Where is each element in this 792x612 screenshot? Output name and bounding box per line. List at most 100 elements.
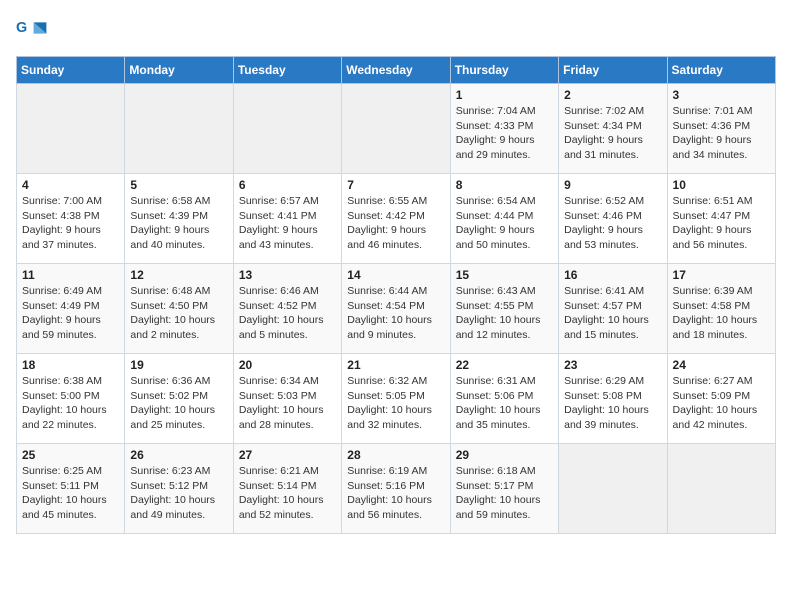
weekday-tuesday: Tuesday xyxy=(233,57,341,84)
calendar-cell: 3 Sunrise: 7:01 AM Sunset: 4:36 PM Daylig… xyxy=(667,84,775,174)
calendar-cell: 2 Sunrise: 7:02 AM Sunset: 4:34 PM Daylig… xyxy=(559,84,667,174)
day-info: Sunrise: 6:36 AM Sunset: 5:02 PM Dayligh… xyxy=(130,374,227,433)
day-info: Sunrise: 6:18 AM Sunset: 5:17 PM Dayligh… xyxy=(456,464,553,523)
day-info: Sunrise: 6:25 AM Sunset: 5:11 PM Dayligh… xyxy=(22,464,119,523)
day-info: Sunrise: 6:49 AM Sunset: 4:49 PM Dayligh… xyxy=(22,284,119,343)
day-number: 25 xyxy=(22,448,119,462)
day-number: 13 xyxy=(239,268,336,282)
calendar-cell: 26 Sunrise: 6:23 AM Sunset: 5:12 PM Dayli… xyxy=(125,444,233,534)
calendar-header: SundayMondayTuesdayWednesdayThursdayFrid… xyxy=(17,57,776,84)
day-info: Sunrise: 6:54 AM Sunset: 4:44 PM Dayligh… xyxy=(456,194,553,253)
calendar-cell: 8 Sunrise: 6:54 AM Sunset: 4:44 PM Daylig… xyxy=(450,174,558,264)
day-info: Sunrise: 6:23 AM Sunset: 5:12 PM Dayligh… xyxy=(130,464,227,523)
day-info: Sunrise: 6:21 AM Sunset: 5:14 PM Dayligh… xyxy=(239,464,336,523)
calendar-cell: 6Sunrise: 6:57 AM Sunset: 4:41 PM Daylig… xyxy=(233,174,341,264)
calendar-cell: 25 Sunrise: 6:25 AM Sunset: 5:11 PM Dayli… xyxy=(17,444,125,534)
day-info: Sunrise: 6:55 AM Sunset: 4:42 PM Dayligh… xyxy=(347,194,444,253)
calendar-cell: 22 Sunrise: 6:31 AM Sunset: 5:06 PM Dayli… xyxy=(450,354,558,444)
day-number: 12 xyxy=(130,268,227,282)
calendar-cell: 24Sunrise: 6:27 AM Sunset: 5:09 PM Dayli… xyxy=(667,354,775,444)
day-number: 11 xyxy=(22,268,119,282)
day-info: Sunrise: 6:46 AM Sunset: 4:52 PM Dayligh… xyxy=(239,284,336,343)
calendar-week-2: 11 Sunrise: 6:49 AM Sunset: 4:49 PM Dayli… xyxy=(17,264,776,354)
day-info: Sunrise: 7:02 AM Sunset: 4:34 PM Dayligh… xyxy=(564,104,661,163)
calendar-cell xyxy=(125,84,233,174)
calendar-cell: 4 Sunrise: 7:00 AM Sunset: 4:38 PM Daylig… xyxy=(17,174,125,264)
day-number: 19 xyxy=(130,358,227,372)
calendar-cell: 28 Sunrise: 6:19 AM Sunset: 5:16 PM Dayli… xyxy=(342,444,450,534)
calendar-cell: 15Sunrise: 6:43 AM Sunset: 4:55 PM Dayli… xyxy=(450,264,558,354)
day-number: 21 xyxy=(347,358,444,372)
day-number: 7 xyxy=(347,178,444,192)
calendar-cell: 7 Sunrise: 6:55 AM Sunset: 4:42 PM Daylig… xyxy=(342,174,450,264)
day-number: 4 xyxy=(22,178,119,192)
calendar-cell xyxy=(667,444,775,534)
day-number: 2 xyxy=(564,88,661,102)
day-number: 27 xyxy=(239,448,336,462)
day-number: 9 xyxy=(564,178,661,192)
day-number: 14 xyxy=(347,268,444,282)
day-number: 1 xyxy=(456,88,553,102)
day-info: Sunrise: 6:31 AM Sunset: 5:06 PM Dayligh… xyxy=(456,374,553,433)
day-info: Sunrise: 7:04 AM Sunset: 4:33 PM Dayligh… xyxy=(456,104,553,163)
calendar-cell: 19 Sunrise: 6:36 AM Sunset: 5:02 PM Dayli… xyxy=(125,354,233,444)
logo: G xyxy=(16,16,52,48)
weekday-friday: Friday xyxy=(559,57,667,84)
day-info: Sunrise: 6:41 AM Sunset: 4:57 PM Dayligh… xyxy=(564,284,661,343)
calendar-cell: 23Sunrise: 6:29 AM Sunset: 5:08 PM Dayli… xyxy=(559,354,667,444)
calendar-cell: 5 Sunrise: 6:58 AM Sunset: 4:39 PM Daylig… xyxy=(125,174,233,264)
day-number: 17 xyxy=(673,268,770,282)
calendar-cell: 18Sunrise: 6:38 AM Sunset: 5:00 PM Dayli… xyxy=(17,354,125,444)
day-info: Sunrise: 6:34 AM Sunset: 5:03 PM Dayligh… xyxy=(239,374,336,433)
day-info: Sunrise: 6:39 AM Sunset: 4:58 PM Dayligh… xyxy=(673,284,770,343)
day-number: 20 xyxy=(239,358,336,372)
calendar-body: 1 Sunrise: 7:04 AM Sunset: 4:33 PM Daylig… xyxy=(17,84,776,534)
weekday-wednesday: Wednesday xyxy=(342,57,450,84)
day-number: 5 xyxy=(130,178,227,192)
day-number: 10 xyxy=(673,178,770,192)
day-info: Sunrise: 6:32 AM Sunset: 5:05 PM Dayligh… xyxy=(347,374,444,433)
calendar-cell: 29 Sunrise: 6:18 AM Sunset: 5:17 PM Dayli… xyxy=(450,444,558,534)
calendar-cell: 1 Sunrise: 7:04 AM Sunset: 4:33 PM Daylig… xyxy=(450,84,558,174)
calendar-cell: 20 Sunrise: 6:34 AM Sunset: 5:03 PM Dayli… xyxy=(233,354,341,444)
calendar-week-0: 1 Sunrise: 7:04 AM Sunset: 4:33 PM Daylig… xyxy=(17,84,776,174)
day-number: 3 xyxy=(673,88,770,102)
day-info: Sunrise: 6:38 AM Sunset: 5:00 PM Dayligh… xyxy=(22,374,119,433)
calendar-cell: 13 Sunrise: 6:46 AM Sunset: 4:52 PM Dayli… xyxy=(233,264,341,354)
calendar-cell: 11 Sunrise: 6:49 AM Sunset: 4:49 PM Dayli… xyxy=(17,264,125,354)
day-info: Sunrise: 6:19 AM Sunset: 5:16 PM Dayligh… xyxy=(347,464,444,523)
day-number: 24 xyxy=(673,358,770,372)
day-number: 15 xyxy=(456,268,553,282)
day-number: 29 xyxy=(456,448,553,462)
calendar-cell: 10 Sunrise: 6:51 AM Sunset: 4:47 PM Dayli… xyxy=(667,174,775,264)
calendar-week-1: 4 Sunrise: 7:00 AM Sunset: 4:38 PM Daylig… xyxy=(17,174,776,264)
day-number: 28 xyxy=(347,448,444,462)
calendar-table: SundayMondayTuesdayWednesdayThursdayFrid… xyxy=(16,56,776,534)
day-info: Sunrise: 6:57 AM Sunset: 4:41 PM Dayligh… xyxy=(239,194,336,253)
day-info: Sunrise: 6:51 AM Sunset: 4:47 PM Dayligh… xyxy=(673,194,770,253)
logo-icon: G xyxy=(16,16,48,48)
day-number: 26 xyxy=(130,448,227,462)
day-number: 8 xyxy=(456,178,553,192)
calendar-cell xyxy=(17,84,125,174)
calendar-cell: 27 Sunrise: 6:21 AM Sunset: 5:14 PM Dayli… xyxy=(233,444,341,534)
calendar-cell xyxy=(233,84,341,174)
calendar-cell: 21 Sunrise: 6:32 AM Sunset: 5:05 PM Dayli… xyxy=(342,354,450,444)
svg-text:G: G xyxy=(16,20,27,36)
weekday-monday: Monday xyxy=(125,57,233,84)
calendar-cell: 12 Sunrise: 6:48 AM Sunset: 4:50 PM Dayli… xyxy=(125,264,233,354)
calendar-week-4: 25 Sunrise: 6:25 AM Sunset: 5:11 PM Dayli… xyxy=(17,444,776,534)
day-info: Sunrise: 7:00 AM Sunset: 4:38 PM Dayligh… xyxy=(22,194,119,253)
weekday-thursday: Thursday xyxy=(450,57,558,84)
day-info: Sunrise: 6:52 AM Sunset: 4:46 PM Dayligh… xyxy=(564,194,661,253)
day-number: 22 xyxy=(456,358,553,372)
calendar-cell: 16 Sunrise: 6:41 AM Sunset: 4:57 PM Dayli… xyxy=(559,264,667,354)
day-info: Sunrise: 6:44 AM Sunset: 4:54 PM Dayligh… xyxy=(347,284,444,343)
day-info: Sunrise: 6:48 AM Sunset: 4:50 PM Dayligh… xyxy=(130,284,227,343)
weekday-row: SundayMondayTuesdayWednesdayThursdayFrid… xyxy=(17,57,776,84)
day-info: Sunrise: 6:29 AM Sunset: 5:08 PM Dayligh… xyxy=(564,374,661,433)
day-info: Sunrise: 7:01 AM Sunset: 4:36 PM Dayligh… xyxy=(673,104,770,163)
day-info: Sunrise: 6:58 AM Sunset: 4:39 PM Dayligh… xyxy=(130,194,227,253)
weekday-sunday: Sunday xyxy=(17,57,125,84)
day-number: 16 xyxy=(564,268,661,282)
